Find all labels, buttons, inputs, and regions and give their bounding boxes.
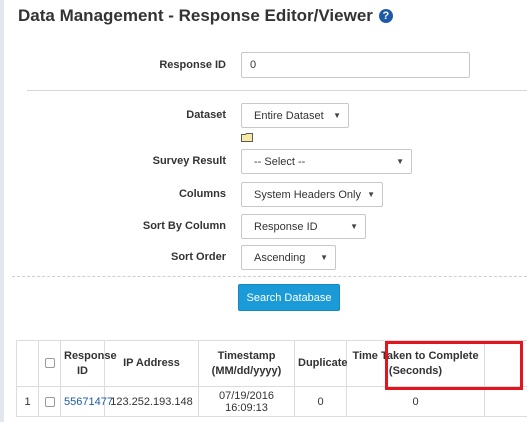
survey-result-label: Survey Result: [152, 155, 226, 167]
sort-by-column-select[interactable]: Response ID ▼: [241, 214, 366, 239]
columns-select-value: System Headers Only: [254, 188, 361, 201]
sort-order-label: Sort Order: [170, 251, 226, 263]
response-id-link[interactable]: 55671477: [64, 396, 113, 408]
dataset-label: Dataset: [186, 109, 226, 121]
dataset-select[interactable]: Entire Dataset ▼: [241, 103, 349, 128]
header-extra: [484, 340, 527, 387]
survey-result-select-value: -- Select --: [254, 155, 306, 168]
header-index: [16, 340, 39, 387]
response-id-input[interactable]: [241, 52, 470, 78]
row-checkbox[interactable]: [44, 396, 55, 407]
row-select-cell[interactable]: [38, 386, 61, 417]
header-response-id[interactable]: Response ID: [60, 340, 117, 387]
caret-down-icon: ▼: [350, 222, 358, 231]
row-timestamp: 07/19/2016 16:09:13: [198, 386, 295, 417]
row-ip-address: 123.252.193.148: [104, 386, 199, 417]
caret-down-icon: ▼: [396, 157, 404, 166]
page-title-text: Data Management - Response Editor/Viewer: [18, 6, 373, 25]
row-index: 1: [16, 386, 39, 417]
row-time-taken: 0: [346, 386, 485, 417]
header-timestamp[interactable]: Timestamp (MM/dd/yyyy): [198, 340, 295, 387]
row-duplicate: 0: [294, 386, 347, 417]
row-extra: [484, 386, 527, 417]
select-all-checkbox[interactable]: [44, 358, 55, 369]
dataset-select-value: Entire Dataset: [254, 109, 324, 122]
page-title: Data Management - Response Editor/Viewer…: [18, 6, 393, 26]
header-time-taken[interactable]: Time Taken to Complete (Seconds): [346, 340, 485, 387]
columns-label: Columns: [178, 188, 226, 200]
dashed-divider: [12, 276, 527, 277]
header-ip-address[interactable]: IP Address: [104, 340, 199, 387]
header-duplicate[interactable]: Duplicate: [294, 340, 348, 387]
caret-down-icon: ▼: [367, 190, 375, 199]
results-table: Response ID IP Address Timestamp (MM/dd/…: [16, 340, 527, 417]
caret-down-icon: ▼: [320, 253, 328, 262]
response-id-label: Response ID: [159, 59, 226, 71]
left-sidebar-edge: [0, 0, 4, 422]
sort-by-column-label: Sort By Column: [142, 220, 226, 232]
table-row: 1 55671477 123.252.193.148 07/19/2016 16…: [16, 386, 527, 417]
columns-select[interactable]: System Headers Only ▼: [241, 182, 383, 207]
search-database-button[interactable]: Search Database: [238, 284, 340, 311]
folder-icon[interactable]: [241, 133, 253, 142]
survey-result-select[interactable]: -- Select -- ▼: [241, 149, 412, 174]
caret-down-icon: ▼: [333, 111, 341, 120]
sort-by-column-select-value: Response ID: [254, 220, 318, 233]
table-header-row: Response ID IP Address Timestamp (MM/dd/…: [16, 340, 527, 387]
divider: [27, 90, 527, 91]
row-response-id-cell: 55671477: [60, 386, 113, 417]
sort-order-select-value: Ascending: [254, 251, 306, 264]
question-circle-icon[interactable]: ?: [378, 9, 393, 23]
sort-order-select[interactable]: Ascending ▼: [241, 245, 336, 270]
header-select-all[interactable]: [38, 340, 61, 387]
